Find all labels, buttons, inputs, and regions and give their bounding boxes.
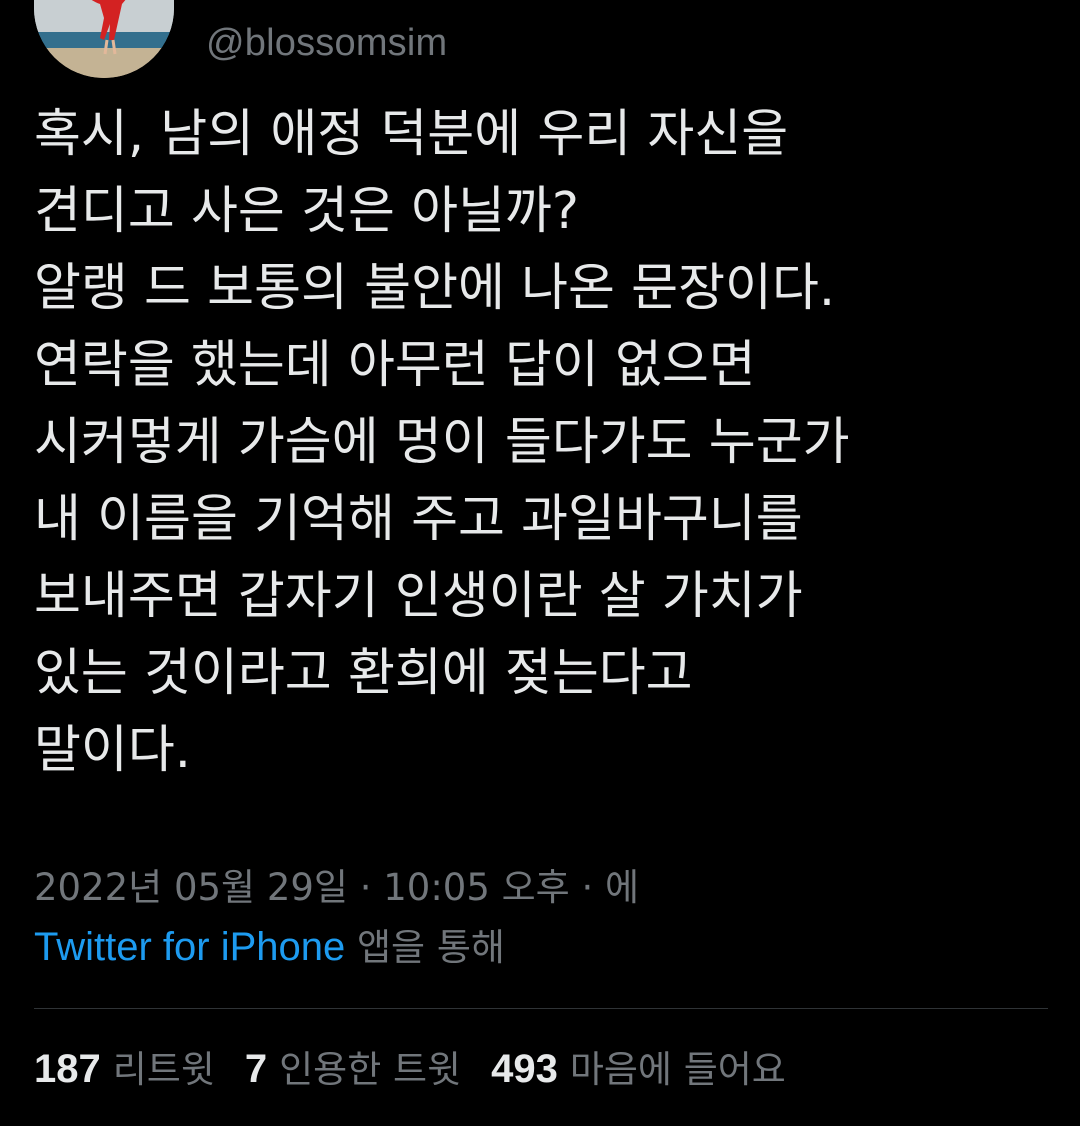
divider: [34, 1008, 1048, 1009]
tweet-text-line: 있는 것이라고 환희에 젖는다고: [34, 644, 693, 703]
tweet-text-line: 알랭 드 보통의 불안에 나온 문장이다.: [34, 259, 836, 318]
tweet-text-line: 내 이름을 기억해 주고 과일바구니를: [34, 490, 803, 549]
tweet-timestamp[interactable]: 2022년 05월 29일 · 10:05 오후 · 에: [34, 862, 639, 914]
source-suffix: 앱을 통해: [357, 926, 505, 969]
retweets-count: 187: [34, 1047, 101, 1091]
likes-label: 마음에 들어요: [569, 1048, 786, 1091]
tweet-source: Twitter for iPhone 앱을 통해: [34, 921, 505, 974]
user-handle[interactable]: @blossomsim: [206, 22, 447, 65]
avatar[interactable]: [34, 0, 174, 78]
tweet-text-line: 견디고 사은 것은 아닐까?: [34, 182, 579, 241]
retweets-label: 리트윗: [112, 1048, 215, 1091]
tweet-text-line: 말이다.: [34, 721, 191, 780]
source-app-link[interactable]: Twitter for iPhone: [34, 925, 345, 969]
tweet-text-line: 시커멓게 가슴에 멍이 들다가도 누군가: [34, 413, 850, 472]
tweet-text-line: 혹시, 남의 애정 덕분에 우리 자신을: [34, 105, 789, 164]
tweet-text-line: 연락을 했는데 아무런 답이 없으면: [34, 336, 756, 395]
tweet-text-line: 보내주면 갑자기 인생이란 살 가치가: [34, 567, 803, 626]
tweet-text: 혹시, 남의 애정 덕분에 우리 자신을 견디고 사은 것은 아닐까? 알랭 드…: [34, 96, 1054, 789]
quotes-stat[interactable]: 7 인용한 트윗: [245, 1043, 461, 1096]
likes-count: 493: [491, 1047, 558, 1091]
avatar-photo: [34, 0, 174, 78]
tweet-stats: 187 리트윗 7 인용한 트윗 493 마음에 들어요: [34, 1043, 816, 1096]
quotes-label: 인용한 트윗: [279, 1048, 462, 1091]
quotes-count: 7: [244, 1047, 268, 1091]
likes-stat[interactable]: 493 마음에 들어요: [491, 1043, 786, 1096]
retweets-stat[interactable]: 187 리트윗: [34, 1043, 215, 1096]
